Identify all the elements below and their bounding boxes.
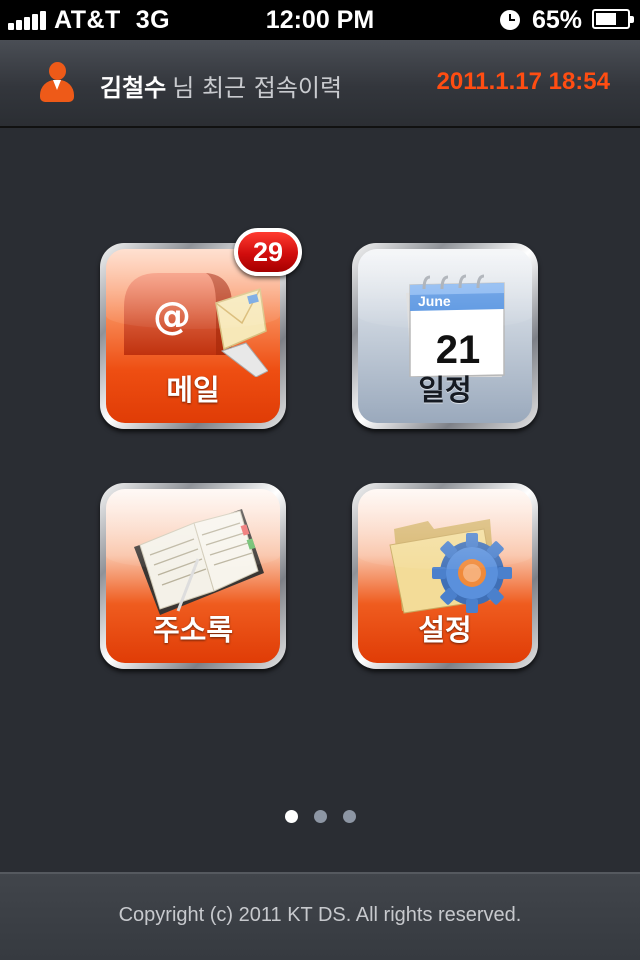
page-dot-1[interactable] bbox=[284, 810, 298, 823]
settings-tile[interactable]: 설정 bbox=[352, 483, 538, 669]
contacts-tile[interactable]: 주소록 bbox=[100, 483, 286, 669]
battery-level bbox=[596, 13, 616, 25]
calendar-month-text: June bbox=[418, 293, 451, 309]
user-name: 김철수 bbox=[100, 74, 167, 102]
mailbox-icon: @ bbox=[124, 273, 268, 377]
folder-gear-icon bbox=[389, 519, 512, 614]
mail-label: 메일 bbox=[166, 373, 220, 407]
last-access-title: 김철수 님 최근 접속이력 bbox=[100, 68, 342, 103]
battery-percent: 65% bbox=[532, 6, 583, 34]
page-indicator[interactable] bbox=[0, 808, 640, 823]
page-dot-2[interactable] bbox=[313, 810, 327, 823]
footer: Copyright (c) 2011 KT DS. All rights res… bbox=[0, 872, 640, 960]
schedule-tile[interactable]: June 21 일정 bbox=[352, 243, 538, 429]
status-bar: AT&T 3G 12:00 PM 65% bbox=[0, 0, 640, 40]
contacts-label: 주소록 bbox=[152, 613, 234, 647]
schedule-label: 일정 bbox=[418, 373, 472, 407]
battery-icon bbox=[592, 9, 634, 29]
last-access-label: 님 최근 접속이력 bbox=[172, 74, 343, 102]
svg-text:@: @ bbox=[153, 294, 191, 338]
unread-mail-badge: 29 bbox=[234, 228, 302, 276]
address-book-icon bbox=[134, 509, 264, 615]
calendar-icon: June 21 bbox=[406, 274, 505, 377]
user-icon bbox=[38, 62, 76, 104]
settings-label: 설정 bbox=[418, 613, 472, 647]
calendar-day-text: 21 bbox=[436, 328, 481, 372]
last-access-timestamp: 2011.1.17 18:54 bbox=[436, 68, 611, 95]
copyright-text: Copyright (c) 2011 KT DS. All rights res… bbox=[118, 904, 522, 926]
alarm-clock-icon bbox=[500, 10, 520, 30]
page-dot-3[interactable] bbox=[342, 810, 356, 823]
header: 김철수 님 최근 접속이력 2011.1.17 18:54 bbox=[0, 40, 640, 128]
